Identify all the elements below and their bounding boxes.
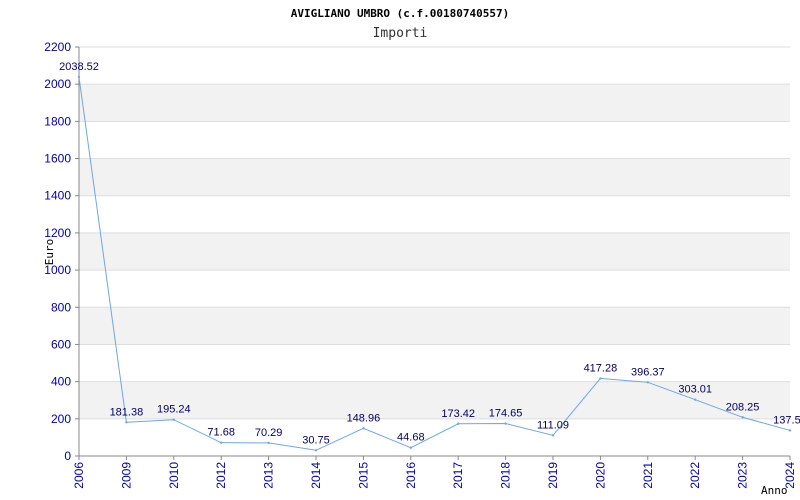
y-axis-label: Euro	[43, 239, 56, 266]
x-tick-label: 2016	[404, 462, 418, 489]
data-point	[267, 441, 270, 445]
data-point	[788, 429, 792, 432]
y-tick-label: 2000	[44, 77, 71, 91]
y-tick-label: 800	[51, 300, 71, 314]
data-point	[741, 416, 744, 419]
data-label: 2038.52	[59, 61, 99, 73]
data-label: 44.68	[397, 432, 425, 444]
data-label: 208.25	[726, 401, 760, 413]
x-tick-label: 2020	[593, 462, 607, 489]
y-tick-label: 200	[51, 412, 71, 426]
grid-band	[79, 232, 790, 271]
data-label: 30.75	[302, 434, 330, 446]
data-point	[551, 434, 555, 437]
data-label: 71.68	[207, 427, 235, 439]
x-tick-label: 2014	[309, 462, 323, 489]
data-point	[504, 422, 507, 425]
data-label: 70.29	[255, 427, 283, 439]
y-tick-label: 0	[64, 449, 71, 463]
data-point	[409, 446, 412, 449]
data-point	[362, 427, 365, 430]
x-tick-label: 2023	[736, 462, 750, 489]
data-label: 111.09	[537, 419, 569, 431]
data-point	[125, 421, 128, 424]
data-point	[694, 398, 697, 401]
grid-band	[79, 158, 790, 196]
grid-bands	[79, 84, 790, 419]
data-label: 195.24	[157, 404, 191, 416]
y-tick-label: 1400	[44, 189, 71, 203]
line-chart: 0200400600800100012001400160018002000220…	[43, 7, 800, 497]
data-point	[646, 381, 649, 384]
grid-band	[79, 307, 790, 345]
data-label: 181.38	[110, 406, 144, 418]
data-point	[172, 418, 175, 421]
y-tick-label: 2200	[44, 40, 71, 54]
x-tick-label: 2017	[451, 462, 465, 489]
x-tick-label: 2018	[499, 462, 513, 489]
y-tick-label: 400	[51, 375, 71, 389]
x-tick-label: 2013	[262, 462, 276, 489]
grid-band	[79, 84, 790, 122]
chart-subtitle: Importi	[373, 26, 428, 41]
data-label: 173.42	[441, 408, 475, 420]
data-label: 417.28	[584, 362, 618, 374]
data-label: 137.58	[773, 414, 800, 426]
x-tick-labels: 2006 2009 2010 2012 2013 2014 2015 2016 2017 2018…	[72, 462, 797, 489]
x-tick-label: 2022	[688, 462, 702, 489]
chart-title: AVIGLIANO UMBRO (c.f.00180740557)	[291, 7, 510, 20]
data-point	[457, 422, 460, 425]
data-point	[599, 377, 602, 380]
x-tick-label: 2015	[356, 462, 370, 489]
data-label: 174.65	[489, 408, 523, 420]
data-label: 303.01	[678, 384, 712, 396]
data-label: 396.37	[631, 366, 665, 378]
y-tick-label: 1600	[44, 152, 71, 166]
data-point	[220, 441, 223, 444]
x-tick-label: 2009	[119, 462, 133, 489]
y-tick-label: 1200	[44, 226, 71, 240]
x-tick-label: 2021	[641, 462, 655, 489]
data-label: 148.96	[347, 412, 381, 424]
y-tick-label: 1800	[44, 114, 71, 128]
data-point	[77, 75, 81, 79]
x-axis-label: Anno	[761, 484, 788, 497]
data-point	[314, 449, 318, 452]
y-tick-label: 600	[51, 337, 71, 351]
x-tick-label: 2012	[214, 462, 228, 489]
x-tick-label: 2019	[546, 462, 560, 489]
x-tick-label: 2006	[72, 462, 86, 489]
x-tick-label: 2010	[167, 462, 181, 489]
